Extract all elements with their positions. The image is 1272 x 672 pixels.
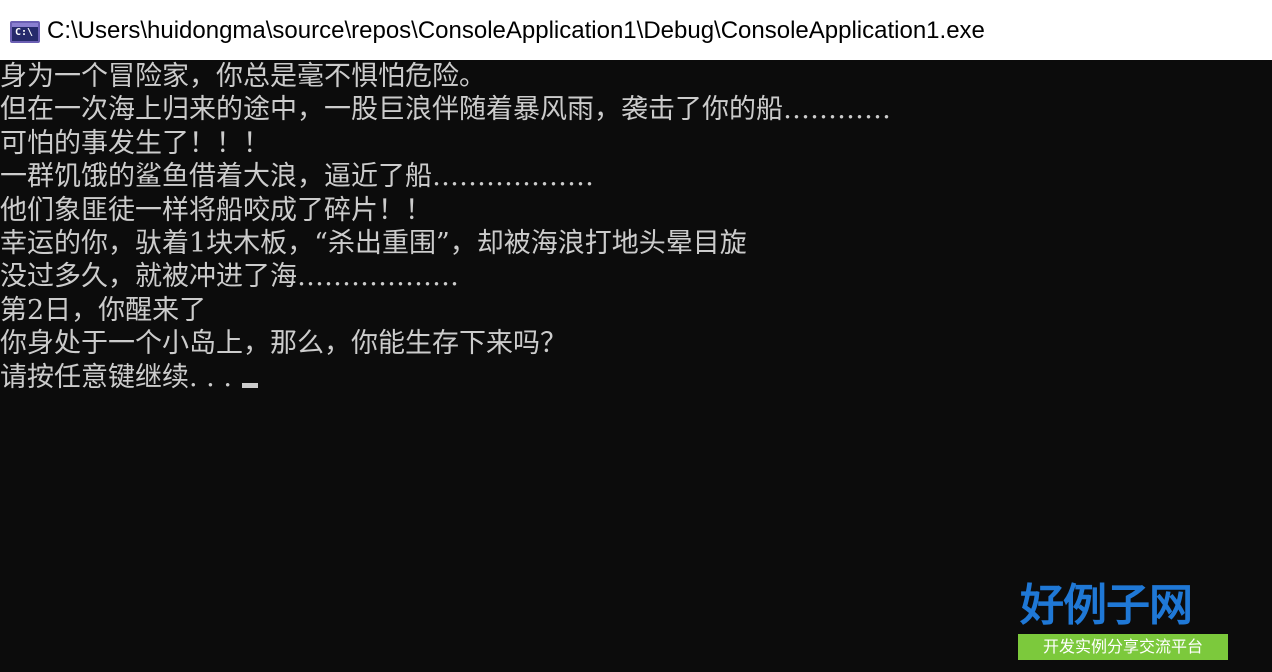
console-line: 幸运的你，驮着1块木板，“杀出重围”，却被海浪打地头晕目旋	[0, 227, 747, 259]
console-line: 你身处于一个小岛上，那么，你能生存下来吗？	[0, 328, 567, 360]
console-app-icon[interactable]: C:\	[10, 21, 40, 43]
console-output-area[interactable]: 身为一个冒险家，你总是毫不惧怕危险。 但在一次海上归来的途中，一股巨浪伴随着暴风…	[0, 60, 1272, 672]
watermark-subtitle: 开发实例分享交流平台	[1018, 634, 1228, 660]
console-line: 第2日，你醒来了	[0, 294, 207, 326]
window-title: C:\Users\huidongma\source\repos\ConsoleA…	[47, 17, 985, 44]
console-line: 身为一个冒险家，你总是毫不惧怕危险。	[0, 61, 486, 92]
press-any-key-prompt: 请按任意键继续. . .	[0, 361, 232, 393]
console-line: 一群饥饿的鲨鱼借着大浪，逼近了船………………	[0, 161, 594, 193]
console-line: 可怕的事发生了！！！	[0, 127, 270, 159]
console-lines: 身为一个冒险家，你总是毫不惧怕危险。 但在一次海上归来的途中，一股巨浪伴随着暴风…	[0, 60, 891, 394]
console-icon-glyph: C:\	[15, 27, 34, 38]
console-line: 没过多久，就被冲进了海………………	[0, 261, 459, 293]
watermark-logo: 好例子网 开发实例分享交流平台	[1018, 580, 1228, 662]
title-bar[interactable]: C:\ C:\Users\huidongma\source\repos\Cons…	[0, 0, 1272, 60]
text-cursor	[241, 382, 258, 388]
console-line: 他们象匪徒一样将船咬成了碎片！！	[0, 194, 432, 226]
console-prompt-line: 请按任意键继续. . .	[0, 361, 891, 394]
console-line: 但在一次海上归来的途中，一股巨浪伴随着暴风雨，袭击了你的船…………	[0, 94, 891, 126]
background-window-fragment	[440, 0, 520, 8]
watermark-title: 好例子网	[1020, 580, 1193, 631]
